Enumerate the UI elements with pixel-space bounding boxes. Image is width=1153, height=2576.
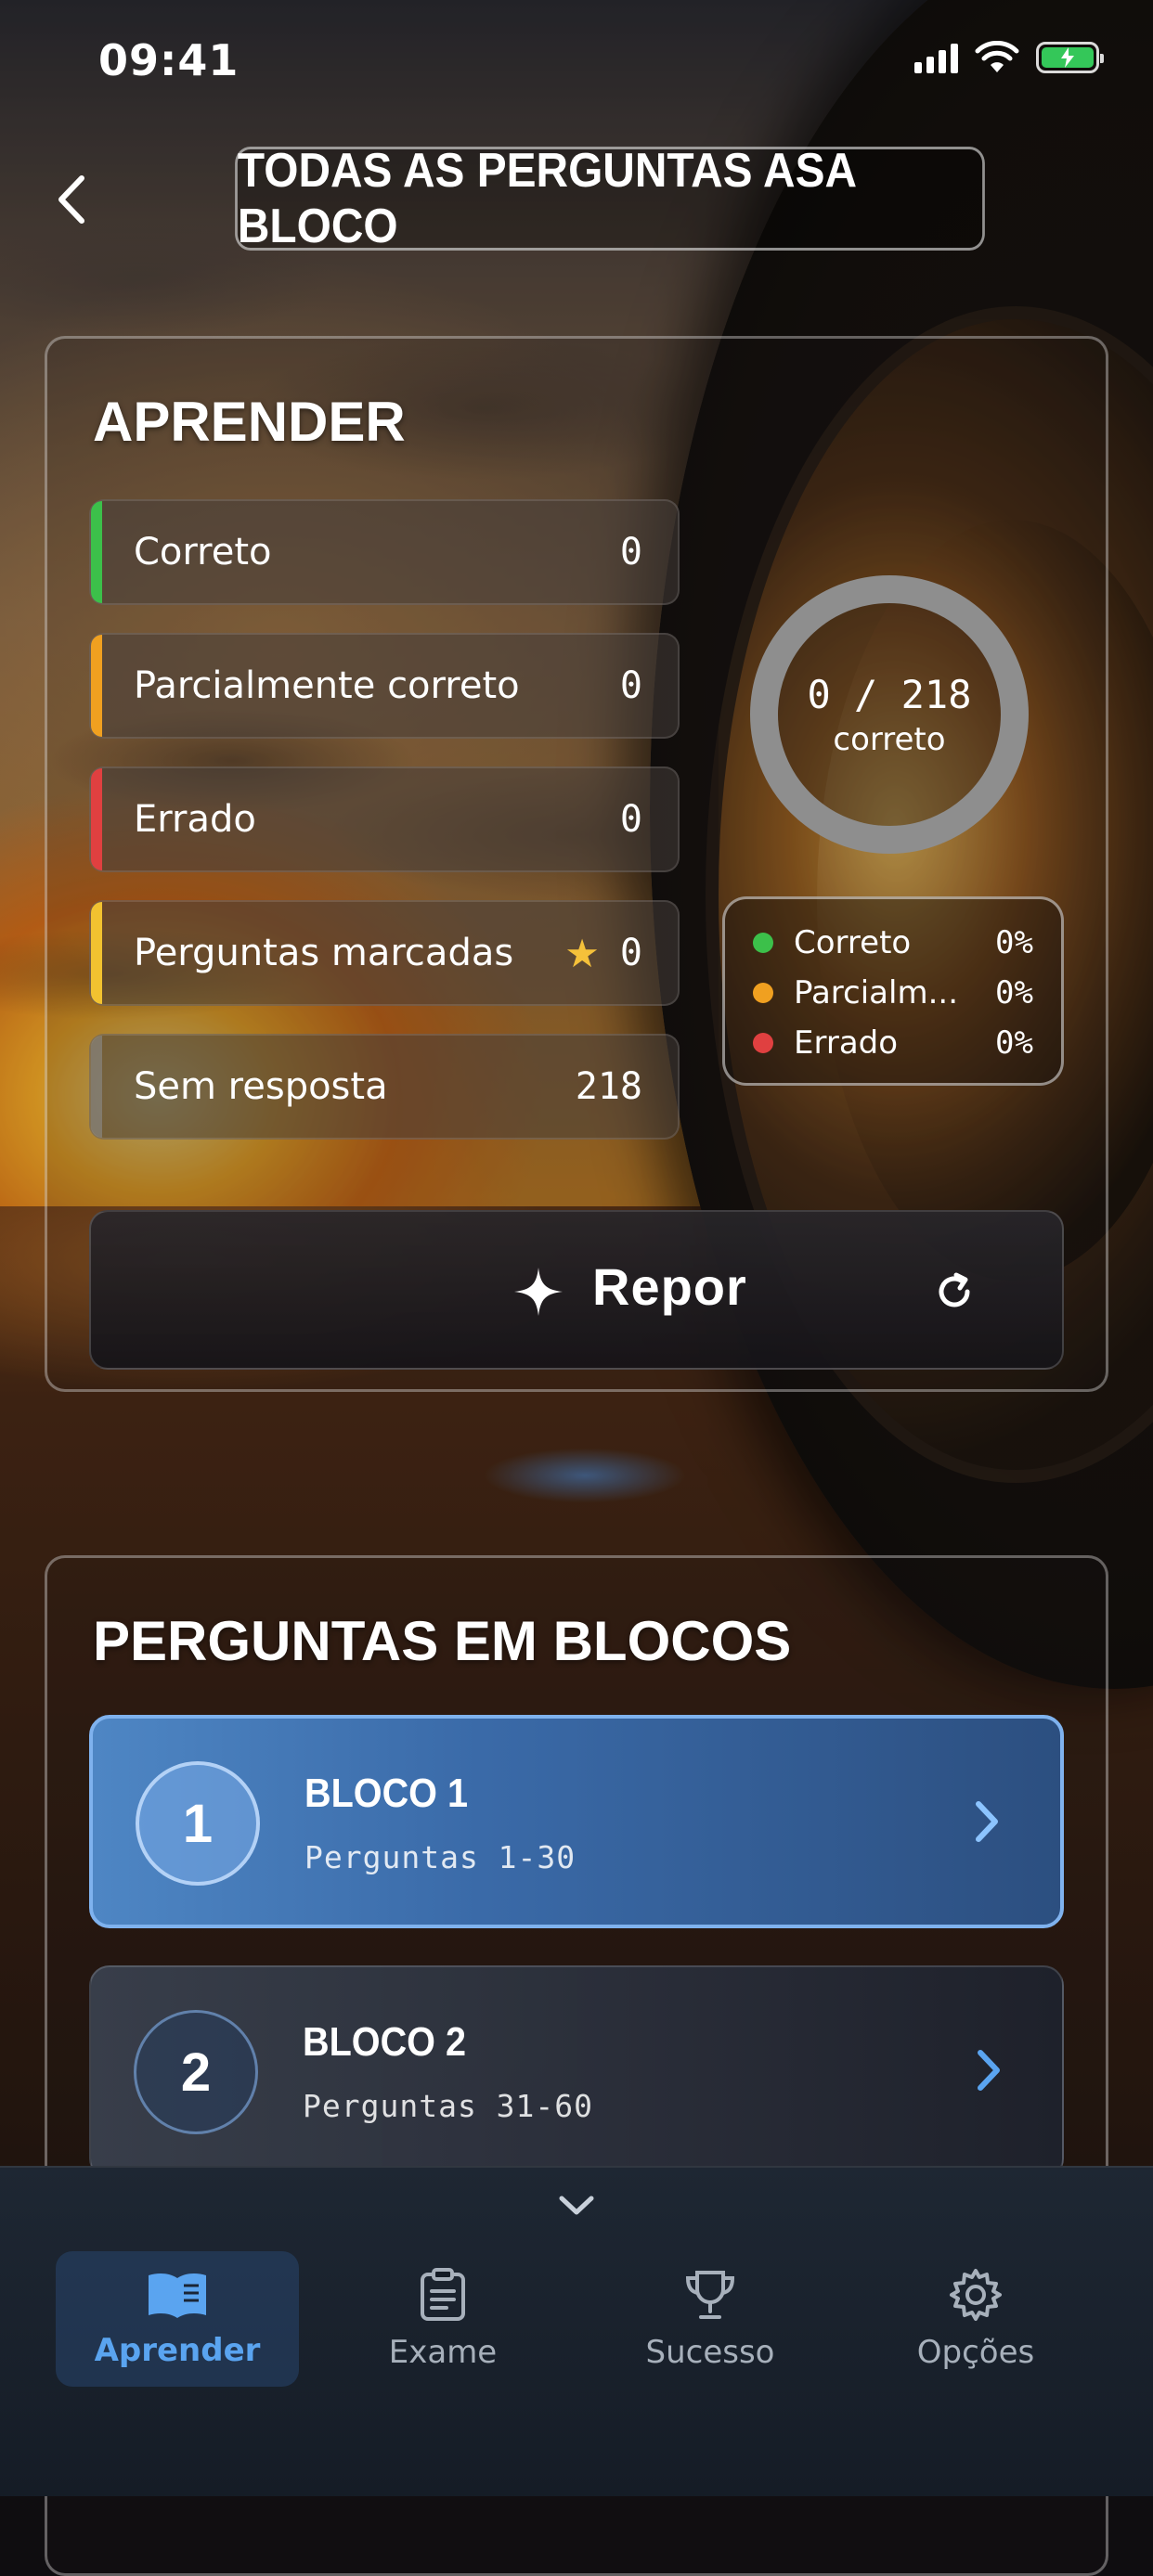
chevron-left-icon bbox=[58, 175, 84, 224]
stat-row-correct[interactable]: Correto 0 bbox=[89, 499, 680, 605]
page-title: TODAS AS PERGUNTAS ASA BLOCO bbox=[235, 144, 985, 253]
legend-item: Parcialm... 0% bbox=[753, 968, 1033, 1018]
legend-dot bbox=[753, 933, 773, 953]
bottom-tab-bar: Aprender Exame Sucesso Opções bbox=[0, 2166, 1153, 2496]
progress-ring: 0 / 218 correto bbox=[750, 575, 1029, 854]
legend-name: Parcialm... bbox=[794, 974, 959, 1011]
progress-label: correto bbox=[833, 720, 946, 758]
reset-label: Repor bbox=[592, 1257, 747, 1316]
stat-value: 218 bbox=[575, 1065, 642, 1108]
tab-opcoes[interactable]: Opções bbox=[854, 2251, 1097, 2387]
stat-row-marked[interactable]: Perguntas marcadas ★ 0 bbox=[89, 900, 680, 1006]
stat-label: Parcialmente correto bbox=[134, 664, 520, 707]
reset-button[interactable]: Repor bbox=[89, 1210, 1064, 1370]
legend-name: Correto bbox=[794, 924, 912, 961]
block-range: Perguntas 1-30 bbox=[304, 1839, 576, 1875]
wifi-icon bbox=[975, 41, 1019, 72]
legend-item: Correto 0% bbox=[753, 918, 1033, 968]
battery-charging-icon bbox=[1036, 42, 1104, 73]
legend-name: Errado bbox=[794, 1024, 899, 1062]
block-card-2[interactable]: 2 BLOCO 2 Perguntas 31-60 bbox=[89, 1965, 1064, 2179]
legend-dot bbox=[753, 983, 773, 1003]
chevron-right-icon bbox=[976, 1801, 998, 1842]
stat-label: Errado bbox=[134, 798, 256, 841]
chevron-right-icon bbox=[978, 2050, 1000, 2091]
learn-section-title: APRENDER bbox=[93, 391, 406, 453]
stat-label: Sem resposta bbox=[134, 1065, 388, 1108]
progress-count: 0 / 218 bbox=[807, 671, 972, 717]
status-time: 09:41 bbox=[98, 35, 240, 85]
legend-item: Errado 0% bbox=[753, 1018, 1033, 1068]
block-name: BLOCO 2 bbox=[303, 2019, 467, 2065]
book-icon bbox=[149, 2273, 206, 2318]
sparkle-icon bbox=[514, 1268, 563, 1316]
stat-row-wrong[interactable]: Errado 0 bbox=[89, 766, 680, 872]
legend-dot bbox=[753, 1033, 773, 1053]
cellular-signal-icon bbox=[914, 42, 958, 73]
progress-legend: Correto 0% Parcialm... 0% Errado 0% bbox=[722, 896, 1064, 1086]
status-bar: 09:41 bbox=[0, 0, 1153, 121]
clipboard-icon bbox=[421, 2268, 465, 2321]
tab-sucesso[interactable]: Sucesso bbox=[589, 2251, 832, 2387]
tab-label: Aprender bbox=[94, 2332, 261, 2369]
block-range: Perguntas 31-60 bbox=[303, 2088, 594, 2124]
stat-row-unanswered[interactable]: Sem resposta 218 bbox=[89, 1034, 680, 1140]
block-number: 2 bbox=[134, 2010, 258, 2134]
chevron-down-icon[interactable] bbox=[557, 2194, 596, 2218]
stat-row-partial[interactable]: Parcialmente correto 0 bbox=[89, 633, 680, 739]
back-button[interactable] bbox=[56, 167, 102, 232]
tab-label: Sucesso bbox=[645, 2334, 775, 2371]
trophy-icon bbox=[685, 2271, 735, 2319]
refresh-icon bbox=[939, 1272, 970, 1307]
stat-label: Perguntas marcadas bbox=[134, 932, 514, 974]
stat-value: 0 bbox=[619, 932, 642, 974]
block-name: BLOCO 1 bbox=[304, 1771, 469, 1816]
legend-pct: 0% bbox=[995, 974, 1033, 1011]
block-number: 1 bbox=[136, 1761, 260, 1886]
tab-label: Opções bbox=[916, 2334, 1035, 2371]
gear-icon bbox=[950, 2269, 1002, 2321]
stat-label: Correto bbox=[134, 531, 272, 573]
blocks-section-title: PERGUNTAS EM BLOCOS bbox=[93, 1610, 792, 1672]
stat-value: 0 bbox=[619, 531, 642, 573]
tab-label: Exame bbox=[388, 2334, 498, 2371]
star-icon: ★ bbox=[564, 930, 600, 976]
tab-exame[interactable]: Exame bbox=[321, 2251, 564, 2387]
legend-pct: 0% bbox=[995, 1024, 1033, 1062]
tab-aprender[interactable]: Aprender bbox=[56, 2251, 299, 2387]
block-card-1[interactable]: 1 BLOCO 1 Perguntas 1-30 bbox=[89, 1715, 1064, 1928]
stat-value: 0 bbox=[619, 798, 642, 841]
legend-pct: 0% bbox=[995, 924, 1033, 961]
stat-value: 0 bbox=[619, 664, 642, 707]
